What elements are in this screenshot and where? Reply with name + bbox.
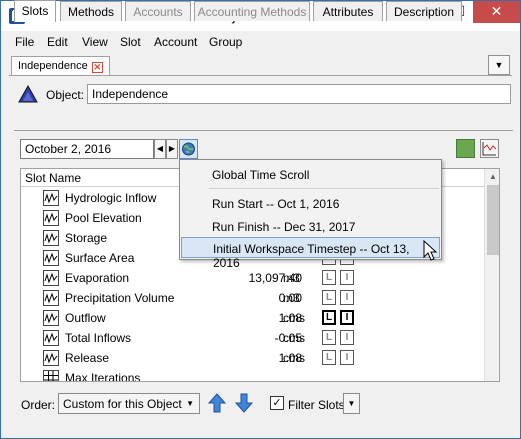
document-tab-label: Independence [18,60,88,72]
table-row[interactable]: Release 1.08 cms L I [21,348,484,368]
series-slot-icon [43,230,59,246]
slot-unit: cms [283,311,305,325]
move-up-button[interactable] [206,392,228,414]
slot-name: Precipitation Volume [65,291,175,305]
table-slot-icon [43,370,59,381]
menu-file[interactable]: File [15,35,34,49]
tab-close-icon[interactable]: ✕ [91,62,103,73]
table-row[interactable]: Precipitation Volume 0.00 m3 L I [21,288,484,308]
table-row[interactable]: Total Inflows -0.05 cms L I [21,328,484,348]
menu-item-run-start[interactable]: Run Start -- Oct 1, 2016 [181,193,440,214]
menu-separator [209,188,439,189]
filter-menu-button[interactable]: ▼ [343,393,360,414]
color-swatch-button[interactable] [456,139,475,158]
menu-view[interactable]: View [82,35,108,49]
order-select-value: Custom for this Object [63,397,182,411]
menu-group[interactable]: Group [209,35,242,49]
flag-l-icon: L [322,330,336,345]
tab-methods[interactable]: Methods [60,1,122,21]
menu-slot[interactable]: Slot [120,35,141,49]
slot-name: Evaporation [65,271,130,285]
filter-slots-label: Filter Slots [288,398,345,412]
reservoir-object-icon [17,84,39,106]
slot-unit: m3 [283,271,300,285]
date-next-button[interactable]: ▶ [166,139,178,159]
flag-l-icon: L [322,310,336,325]
scroll-up-icon[interactable]: ▲ [485,169,499,185]
flag-i-icon: I [340,310,354,325]
tab-divider [9,75,512,76]
flag-i-icon: I [340,330,354,345]
slot-unit: cms [283,331,305,345]
slot-name: Release [65,351,110,365]
date-field[interactable]: October 2, 2016 [20,139,154,159]
table-row[interactable]: Evaporation 13,097.40 m3 L I [21,268,484,288]
chevron-down-icon: ▼ [186,399,194,408]
tab-accounting-methods[interactable]: Accounting Methods [194,1,310,21]
time-scroll-popup-menu: Global Time Scroll Run Start -- Oct 1, 2… [179,159,442,270]
menu-account[interactable]: Account [154,35,197,49]
globe-icon[interactable] [179,139,198,159]
menu-item-initial-workspace-timestep[interactable]: Initial Workspace Timestep -- Oct 13, 20… [181,237,440,270]
vertical-scrollbar[interactable]: ▲ [484,169,499,381]
menu-item-run-finish[interactable]: Run Finish -- Dec 31, 2017 [181,216,440,237]
flag-i-icon: I [340,290,354,305]
object-viewer-window: Object Viewer — ☐ ✕ File Edit View Slot … [0,0,521,439]
slot-name-column-header[interactable]: Slot Name [25,171,81,185]
slot-name: Max Iterations [65,371,141,382]
plot-icon[interactable] [480,139,499,158]
flag-i-icon: I [340,350,354,365]
series-slot-icon [43,190,59,206]
menu-bar: File Edit View Slot Account Group [1,31,520,53]
slot-name: Storage [65,231,108,245]
date-prev-button[interactable]: ◀ [154,139,166,159]
object-name-field[interactable]: Independence [87,84,511,104]
slot-unit: cms [283,351,305,365]
mouse-cursor-icon [423,239,439,265]
menu-item-global-time-scroll[interactable]: Global Time Scroll [181,164,440,185]
series-slot-icon [43,270,59,286]
series-slot-icon [43,290,59,306]
object-label: Object: [46,88,85,102]
tab-description[interactable]: Description [386,1,462,21]
slot-name: Outflow [65,311,106,325]
filter-slots-checkbox[interactable]: ✓ [270,396,284,410]
table-row[interactable]: Max Iterations [21,368,484,382]
flag-l-icon: L [322,270,336,285]
menu-edit[interactable]: Edit [47,35,68,49]
series-slot-icon [43,310,59,326]
move-down-button[interactable] [233,392,255,414]
tab-slots[interactable]: Slots [14,0,56,22]
document-menu-button[interactable]: ▼ [488,55,510,75]
slot-name: Pool Elevation [65,211,142,225]
close-button[interactable]: ✕ [473,1,520,23]
slot-name: Total Inflows [65,331,132,345]
series-slot-icon [43,250,59,266]
flag-i-icon: I [340,270,354,285]
flag-l-icon: L [322,350,336,365]
order-label: Order: [21,398,56,412]
series-slot-icon [43,330,59,346]
scroll-thumb[interactable] [487,185,499,255]
tab-body-divider [14,130,513,131]
slot-name: Surface Area [65,251,135,265]
tab-attributes[interactable]: Attributes [313,1,383,21]
flag-l-icon: L [322,290,336,305]
slot-unit: m3 [283,291,300,305]
document-tab[interactable]: Independence ✕ [11,56,110,76]
slot-name: Hydrologic Inflow [65,191,157,205]
table-row[interactable]: Outflow 1.08 cms L I [21,308,484,328]
series-slot-icon [43,350,59,366]
series-slot-icon [43,210,59,226]
order-select[interactable]: Custom for this Object ▼ [58,393,200,414]
tab-accounts[interactable]: Accounts [125,1,191,21]
